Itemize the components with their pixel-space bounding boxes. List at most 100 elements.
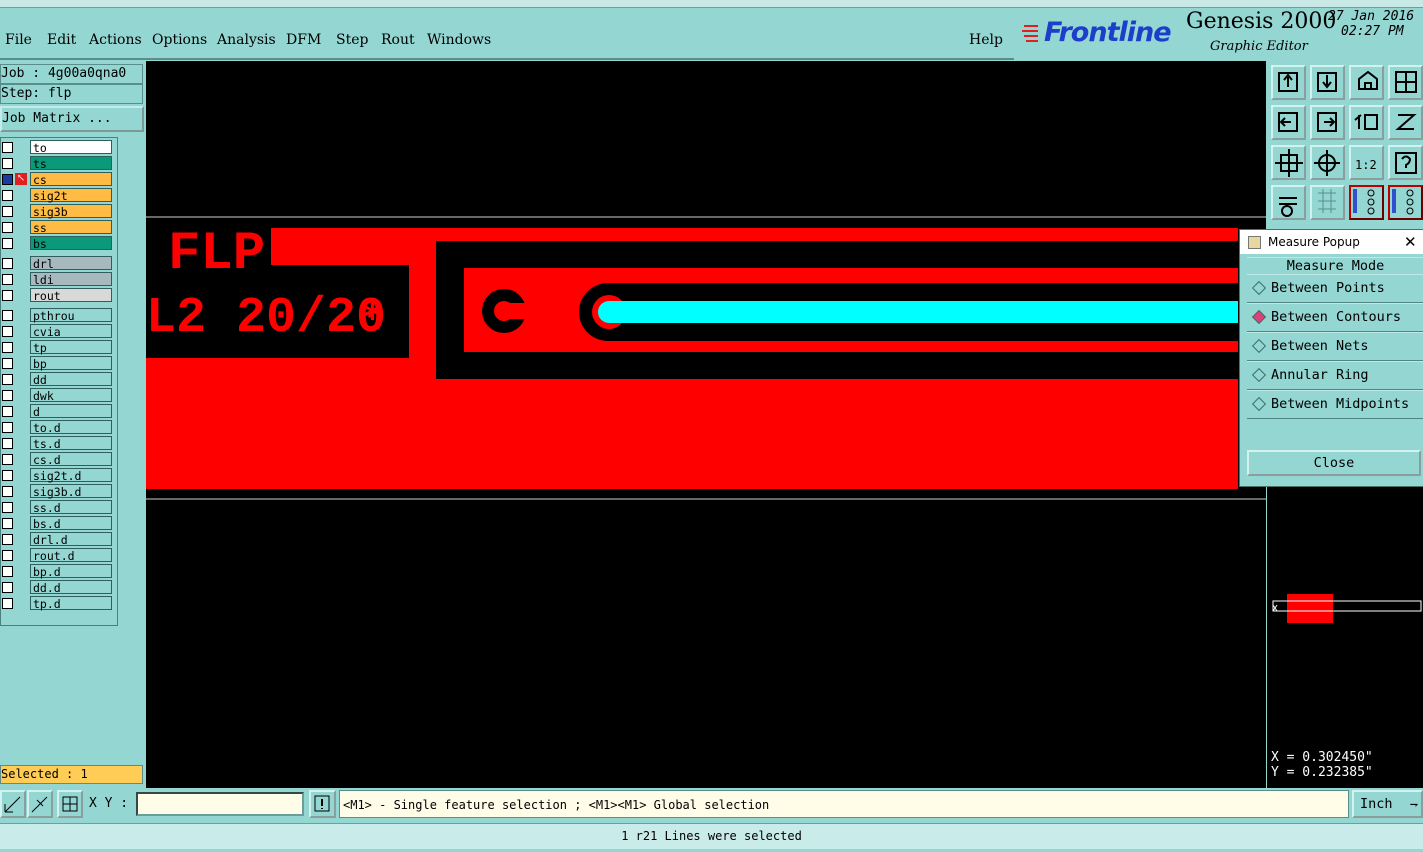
radio-selected-icon: [1251, 309, 1267, 325]
layer-name: ts: [30, 156, 112, 171]
layer-row-ts-d[interactable]: ts.d: [0, 436, 116, 451]
menu-help[interactable]: Help: [969, 32, 1003, 48]
job-label: Job : 4g00a0qna0: [0, 64, 143, 84]
layer-row-drl-d[interactable]: drl.d: [0, 532, 116, 547]
layer-checkbox[interactable]: [2, 222, 13, 233]
layer-checkbox[interactable]: [2, 518, 13, 529]
graphic-canvas[interactable]: FLP L2 20/20 *: [146, 61, 1266, 788]
layer-row-ts[interactable]: ts: [0, 156, 116, 171]
snap-icon[interactable]: [0, 790, 26, 818]
layer-row-to[interactable]: to: [0, 140, 116, 155]
grid-snap-icon[interactable]: [57, 790, 83, 818]
layer-row-cvia[interactable]: cvia: [0, 324, 116, 339]
menu-rout[interactable]: Rout: [381, 32, 415, 48]
layer-row-bp-d[interactable]: bp.d: [0, 564, 116, 579]
layer-checkbox[interactable]: [2, 550, 13, 561]
app-icon: [1248, 236, 1261, 249]
layer-checkbox[interactable]: [2, 158, 13, 169]
layer-row-ss[interactable]: ss: [0, 220, 116, 235]
menu-file[interactable]: File: [5, 32, 32, 48]
cursor-coordinates: X = 0.302450" Y = 0.232385": [1267, 742, 1423, 788]
layer-checkbox[interactable]: [2, 486, 13, 497]
menu-actions[interactable]: Actions: [89, 32, 142, 48]
mode-annular-ring[interactable]: Annular Ring: [1247, 361, 1423, 390]
layer-row-dd-d[interactable]: dd.d: [0, 580, 116, 595]
layer-row-rout-d[interactable]: rout.d: [0, 548, 116, 563]
layer-row-ldi[interactable]: ldi: [0, 272, 116, 287]
measure-popup: Measure Popup ✕ Measure Mode Between Poi…: [1239, 229, 1423, 487]
overview-map[interactable]: [1267, 487, 1423, 742]
mode-between-nets[interactable]: Between Nets: [1247, 332, 1423, 361]
layer-checkbox[interactable]: [2, 142, 13, 153]
menu-dfm[interactable]: DFM: [286, 32, 321, 48]
layer-row-rout[interactable]: rout: [0, 288, 116, 303]
measure-icon[interactable]: [27, 790, 53, 818]
layer-checkbox[interactable]: [2, 438, 13, 449]
menu-options[interactable]: Options: [152, 32, 207, 48]
layer-checkbox[interactable]: [2, 206, 13, 217]
layer-checkbox[interactable]: [2, 238, 13, 249]
layer-row-ss-d[interactable]: ss.d: [0, 500, 116, 515]
warning-icon[interactable]: [309, 790, 336, 818]
popup-titlebar[interactable]: Measure Popup ✕: [1240, 230, 1423, 254]
layer-checkbox[interactable]: [2, 342, 13, 353]
layer-checkbox[interactable]: [2, 326, 13, 337]
layer-row-tp-d[interactable]: tp.d: [0, 596, 116, 611]
layer-checkbox[interactable]: [2, 190, 13, 201]
mode-between-points[interactable]: Between Points: [1247, 274, 1423, 303]
product-name: Genesis 2000: [1186, 9, 1337, 34]
layer-row-dd[interactable]: dd: [0, 372, 116, 387]
layer-checkbox[interactable]: [2, 534, 13, 545]
layer-checkbox[interactable]: [2, 290, 13, 301]
layer-row-dwk[interactable]: dwk: [0, 388, 116, 403]
layer-checkbox[interactable]: [2, 258, 13, 269]
layer-checkbox[interactable]: [2, 470, 13, 481]
layer-checkbox[interactable]: [2, 454, 13, 465]
layer-row-drl[interactable]: drl: [0, 256, 116, 271]
layer-row-pthrou[interactable]: pthrou: [0, 308, 116, 323]
coord-y: Y = 0.232385": [1271, 765, 1373, 780]
layer-row-sig2t-d[interactable]: sig2t.d: [0, 468, 116, 483]
menu-windows[interactable]: Windows: [427, 32, 491, 48]
layer-row-bs[interactable]: bs: [0, 236, 116, 251]
layer-checkbox[interactable]: [2, 274, 13, 285]
layer-name: d: [30, 404, 112, 419]
layer-row-cs-d[interactable]: cs.d: [0, 452, 116, 467]
menu-step[interactable]: Step: [336, 32, 368, 48]
mode-between-contours[interactable]: Between Contours: [1247, 303, 1423, 332]
layer-row-sig3b-d[interactable]: sig3b.d: [0, 484, 116, 499]
step-label: Step: flp: [0, 84, 143, 104]
mode-between-midpoints[interactable]: Between Midpoints: [1247, 390, 1423, 419]
layer-checkbox[interactable]: [2, 598, 13, 609]
layer-row-sig2t[interactable]: sig2t: [0, 188, 116, 203]
layer-checkbox[interactable]: [2, 582, 13, 593]
layer-checkbox[interactable]: [2, 502, 13, 513]
close-icon[interactable]: ✕: [1404, 230, 1417, 254]
layer-checkbox[interactable]: [2, 174, 13, 185]
layer-row-tp[interactable]: tp: [0, 340, 116, 355]
coord-x: X = 0.302450": [1271, 750, 1373, 765]
menu-bar: File Edit Actions Options Analysis DFM S…: [0, 8, 1014, 60]
layer-checkbox[interactable]: [2, 358, 13, 369]
layer-name: dd: [30, 372, 112, 387]
menu-edit[interactable]: Edit: [47, 32, 76, 48]
layer-row-cs[interactable]: ↖ cs: [0, 172, 116, 187]
unit-selector[interactable]: Inch ⇁: [1352, 790, 1423, 818]
layer-row-bp[interactable]: bp: [0, 356, 116, 371]
layer-row-to-d[interactable]: to.d: [0, 420, 116, 435]
xy-input[interactable]: [136, 792, 304, 816]
layer-checkbox[interactable]: [2, 310, 13, 321]
layer-checkbox[interactable]: [2, 406, 13, 417]
layer-checkbox[interactable]: [2, 374, 13, 385]
layer-checkbox[interactable]: [2, 422, 13, 433]
menu-analysis[interactable]: Analysis: [217, 32, 276, 48]
job-matrix-button[interactable]: Job Matrix ...: [0, 106, 144, 132]
layer-checkbox[interactable]: [2, 390, 13, 401]
layer-checkbox[interactable]: [2, 566, 13, 577]
layer-row-sig3b[interactable]: sig3b: [0, 204, 116, 219]
layer-name: sig2t.d: [30, 468, 112, 483]
popup-title: Measure Popup: [1268, 235, 1360, 249]
layer-row-d[interactable]: d: [0, 404, 116, 419]
close-button[interactable]: Close: [1247, 450, 1421, 476]
layer-row-bs-d[interactable]: bs.d: [0, 516, 116, 531]
